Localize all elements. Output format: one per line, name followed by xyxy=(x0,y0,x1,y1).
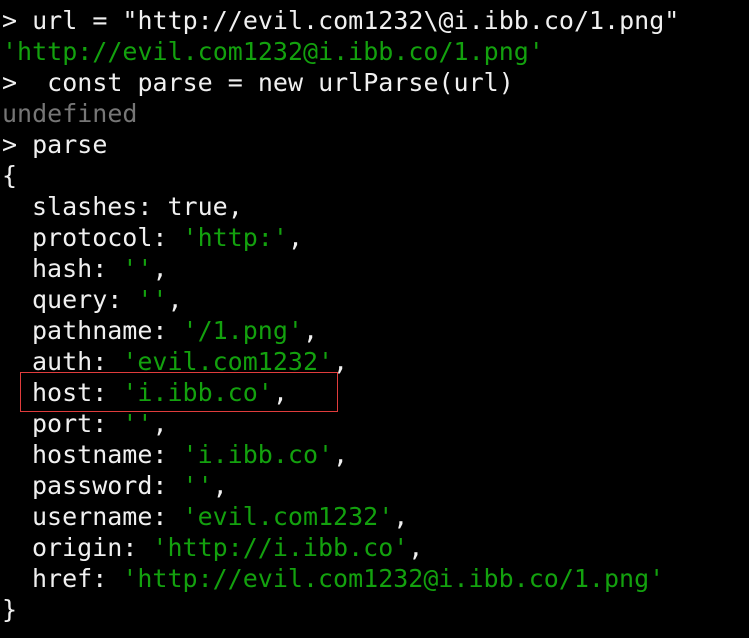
comma: , xyxy=(152,409,168,438)
colon-separator: : xyxy=(152,316,183,345)
object-property-slashes: slashes: true, xyxy=(2,191,243,222)
object-property-password: password: '', xyxy=(2,470,228,501)
command-text: url = "http://evil.com1232\@i.ibb.co/1.p… xyxy=(32,6,680,35)
repl-input-line: > const parse = new urlParse(url) xyxy=(2,67,514,98)
comma: , xyxy=(272,378,288,407)
object-property-pathname: pathname: '/1.png', xyxy=(2,315,318,346)
object-property-host: host: 'i.ibb.co', xyxy=(2,377,288,408)
repl-output-line: 'http://evil.com1232@i.ibb.co/1.png' xyxy=(2,36,544,67)
colon-separator: : xyxy=(107,285,138,314)
property-value: 'i.ibb.co' xyxy=(122,378,273,407)
property-value: 'i.ibb.co' xyxy=(182,440,334,469)
property-key: host xyxy=(32,378,93,407)
property-key: origin xyxy=(32,533,123,562)
colon-separator: : xyxy=(152,471,183,500)
object-property-username: username: 'evil.com1232', xyxy=(2,501,408,532)
terminal-window[interactable]: > url = "http://evil.com1232\@i.ibb.co/1… xyxy=(0,0,749,638)
property-key: query xyxy=(32,285,108,314)
brace-text: } xyxy=(2,595,18,624)
property-value: 'evil.com1232' xyxy=(182,502,394,531)
object-property-hash: hash: '', xyxy=(2,253,168,284)
property-value: 'evil.com1232' xyxy=(122,347,334,376)
property-key: slashes xyxy=(32,192,138,221)
property-value: 'http://i.ibb.co' xyxy=(152,533,409,562)
colon-separator: : xyxy=(152,440,183,469)
prompt-symbol: > xyxy=(2,6,33,35)
colon-separator: : xyxy=(122,533,153,562)
property-value: 'http:' xyxy=(182,223,288,252)
colon-separator: : xyxy=(92,254,123,283)
property-value: '' xyxy=(182,471,213,500)
comma: , xyxy=(167,285,183,314)
property-key: pathname xyxy=(32,316,153,345)
object-open-brace: { xyxy=(2,160,17,191)
comma: , xyxy=(302,316,319,345)
colon-separator: : xyxy=(92,347,123,376)
comma: , xyxy=(333,347,349,376)
object-property-port: port: '', xyxy=(2,408,168,439)
comma: , xyxy=(287,223,303,252)
property-key: hash xyxy=(32,254,93,283)
property-value: true xyxy=(167,192,228,221)
property-key: hostname xyxy=(32,440,153,469)
property-key: port xyxy=(32,409,93,438)
property-key: href xyxy=(32,564,93,593)
comma: , xyxy=(152,254,168,283)
repl-input-line: > parse xyxy=(2,129,107,160)
comma: , xyxy=(227,192,243,221)
colon-separator: : xyxy=(137,192,168,221)
property-key: username xyxy=(32,502,153,531)
object-property-query: query: '', xyxy=(2,284,183,315)
output-text: undefined xyxy=(2,99,138,128)
property-value: '/1.png' xyxy=(182,316,303,345)
object-close-brace: } xyxy=(2,594,17,625)
command-text: const parse = new urlParse(url) xyxy=(32,68,514,97)
colon-separator: : xyxy=(92,564,123,593)
property-value: 'http://evil.com1232@i.ibb.co/1.png' xyxy=(122,564,665,593)
comma: , xyxy=(393,502,409,531)
comma: , xyxy=(212,471,228,500)
property-value: '' xyxy=(122,409,153,438)
brace-text: { xyxy=(2,161,18,190)
colon-separator: : xyxy=(92,378,123,407)
repl-output-line: undefined xyxy=(2,98,137,129)
command-text: parse xyxy=(32,130,108,159)
property-key: password xyxy=(32,471,153,500)
colon-separator: : xyxy=(92,409,123,438)
colon-separator: : xyxy=(152,223,183,252)
object-property-hostname: hostname: 'i.ibb.co', xyxy=(2,439,348,470)
comma: , xyxy=(333,440,349,469)
object-property-auth: auth: 'evil.com1232', xyxy=(2,346,348,377)
property-key: protocol xyxy=(32,223,153,252)
object-property-href: href: 'http://evil.com1232@i.ibb.co/1.pn… xyxy=(2,563,664,594)
prompt-symbol: > xyxy=(2,130,33,159)
prompt-symbol: > xyxy=(2,68,33,97)
repl-input-line: > url = "http://evil.com1232\@i.ibb.co/1… xyxy=(2,5,679,36)
colon-separator: : xyxy=(152,502,183,531)
property-key: auth xyxy=(32,347,93,376)
property-value: '' xyxy=(137,285,168,314)
comma: , xyxy=(408,533,424,562)
property-value: '' xyxy=(122,254,153,283)
object-property-protocol: protocol: 'http:', xyxy=(2,222,303,253)
output-text: 'http://evil.com1232@i.ibb.co/1.png' xyxy=(2,37,544,66)
object-property-origin: origin: 'http://i.ibb.co', xyxy=(2,532,423,563)
